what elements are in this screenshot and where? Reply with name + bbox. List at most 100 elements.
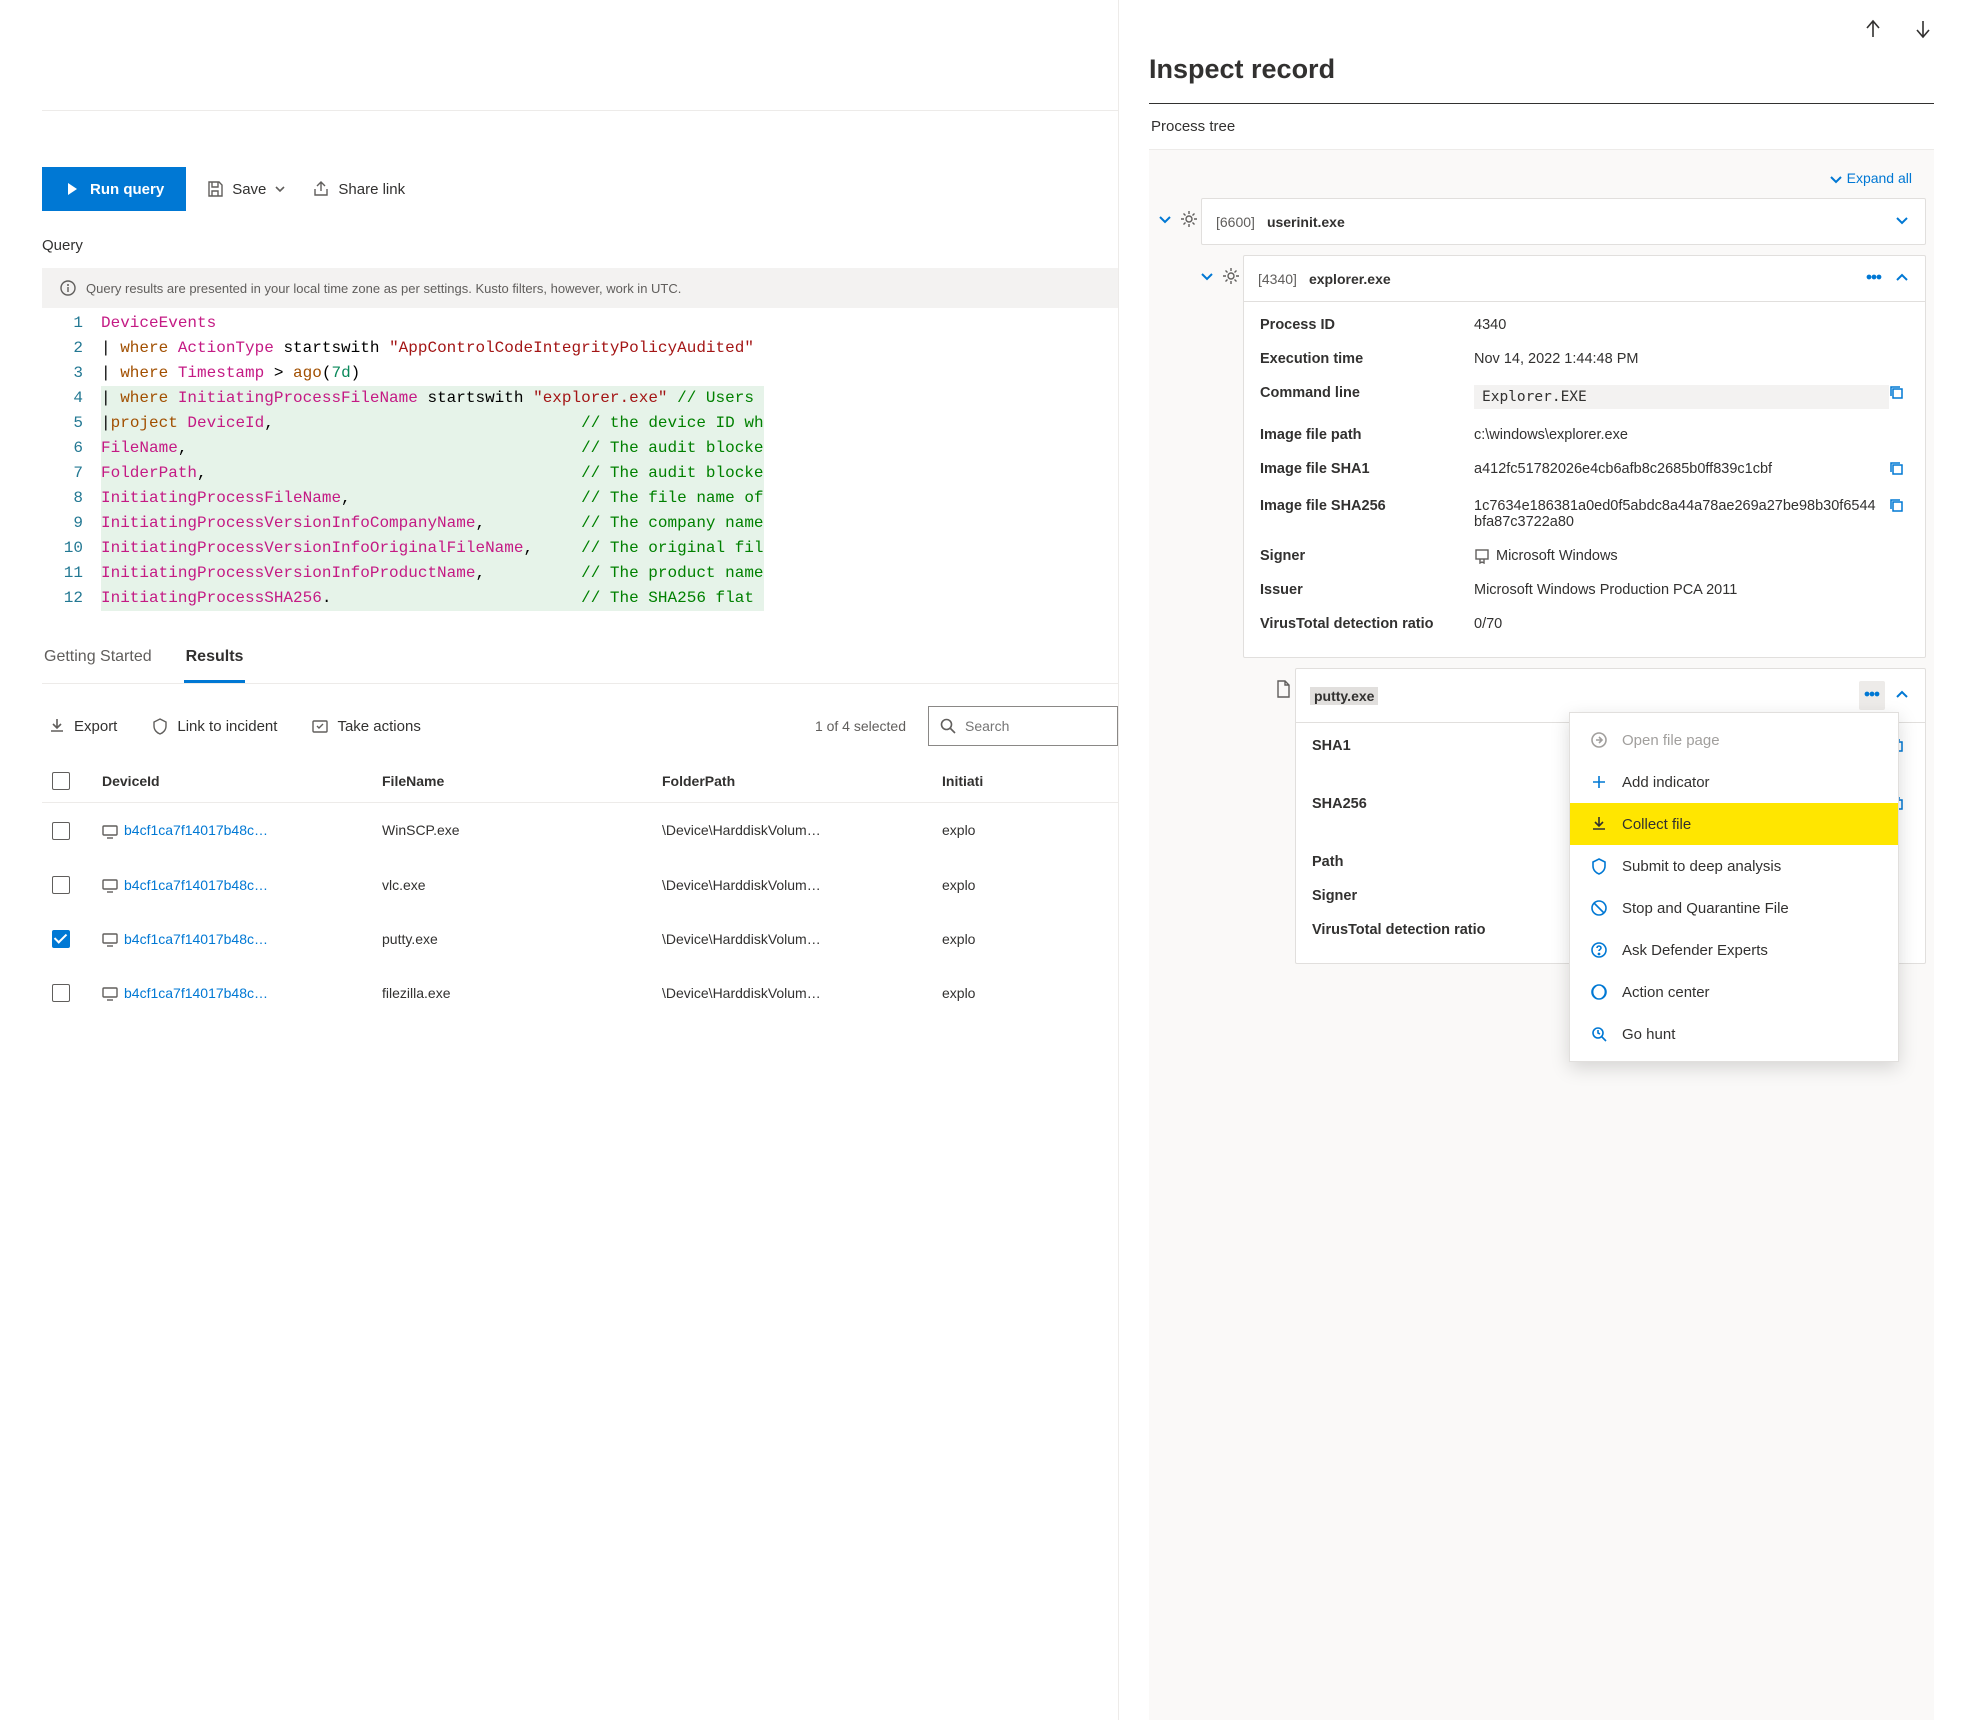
- cell-folderpath: \Device\HarddiskVolum…: [652, 912, 932, 966]
- row-checkbox[interactable]: [52, 876, 70, 894]
- menu-collect-file[interactable]: Collect file: [1570, 803, 1898, 845]
- col-filename[interactable]: FileName: [372, 760, 652, 803]
- process-node-userinit[interactable]: [6600] userinit.exe: [1201, 198, 1926, 245]
- menu-action-center[interactable]: Action center: [1570, 971, 1898, 1013]
- cell-initiating: explo: [932, 966, 1118, 1020]
- cell-folderpath: \Device\HarddiskVolum…: [652, 803, 932, 858]
- device-icon: [102, 879, 118, 893]
- query-label: Query: [42, 237, 1118, 254]
- label-issuer: Issuer: [1260, 582, 1474, 598]
- chevron-up-icon[interactable]: [1893, 268, 1911, 289]
- take-actions-label: Take actions: [337, 718, 420, 735]
- tab-results[interactable]: Results: [184, 634, 246, 683]
- more-actions-icon[interactable]: [1859, 681, 1885, 710]
- process-tree-label: Process tree: [1151, 118, 1235, 135]
- device-link[interactable]: b4cf1ca7f14017b48c…: [124, 822, 268, 838]
- pid-label: [4340]: [1258, 271, 1297, 287]
- menu-deep-analysis[interactable]: Submit to deep analysis: [1570, 845, 1898, 887]
- cell-initiating: explo: [932, 803, 1118, 858]
- process-tree-header[interactable]: Process tree: [1149, 103, 1934, 150]
- label-virustotal: VirusTotal detection ratio: [1312, 922, 1526, 938]
- value-signer: Microsoft Windows: [1474, 548, 1909, 564]
- row-checkbox[interactable]: [52, 984, 70, 1002]
- certificate-icon: [1474, 548, 1490, 564]
- export-button[interactable]: Export: [42, 711, 123, 741]
- link-incident-button[interactable]: Link to incident: [145, 711, 283, 741]
- next-record-button[interactable]: [1912, 18, 1934, 40]
- row-checkbox[interactable]: [52, 930, 70, 948]
- run-query-label: Run query: [90, 181, 164, 198]
- take-actions-button[interactable]: Take actions: [305, 711, 426, 741]
- value-path: c:\windows\explorer.exe: [1474, 427, 1909, 443]
- file-icon: [1271, 668, 1295, 698]
- table-row[interactable]: b4cf1ca7f14017b48c…vlc.exe\Device\Harddi…: [42, 858, 1118, 912]
- table-row[interactable]: b4cf1ca7f14017b48c…filezilla.exe\Device\…: [42, 966, 1118, 1020]
- search-icon: [939, 717, 957, 735]
- cell-initiating: explo: [932, 912, 1118, 966]
- cell-filename: WinSCP.exe: [372, 803, 652, 858]
- select-all-checkbox[interactable]: [52, 772, 70, 790]
- selection-count: 1 of 4 selected: [815, 718, 906, 734]
- save-button[interactable]: Save: [200, 174, 292, 204]
- record-nav: [1149, 18, 1934, 40]
- pid-label: [6600]: [1216, 214, 1255, 230]
- toolbar: Run query Save Share link: [42, 110, 1118, 211]
- cell-folderpath: \Device\HarddiskVolum…: [652, 966, 932, 1020]
- tree-toggle-icon[interactable]: [1195, 255, 1219, 283]
- tree-toggle-icon[interactable]: [1153, 198, 1177, 226]
- value-virustotal[interactable]: 0/70: [1474, 616, 1909, 632]
- copy-icon[interactable]: [1889, 498, 1909, 517]
- info-strip: Query results are presented in your loca…: [42, 268, 1118, 308]
- tab-getting-started[interactable]: Getting Started: [42, 634, 154, 683]
- label-sha1: SHA1: [1312, 738, 1526, 754]
- value-process-id: 4340: [1474, 317, 1909, 333]
- search-box[interactable]: [928, 706, 1118, 746]
- table-row[interactable]: b4cf1ca7f14017b48c…putty.exe\Device\Hard…: [42, 912, 1118, 966]
- expand-all-button[interactable]: Expand all: [1153, 162, 1926, 198]
- device-link[interactable]: b4cf1ca7f14017b48c…: [124, 931, 268, 947]
- label-signer: Signer: [1260, 548, 1474, 564]
- prev-record-button[interactable]: [1862, 18, 1884, 40]
- device-link[interactable]: b4cf1ca7f14017b48c…: [124, 877, 268, 893]
- process-node-explorer: [4340] explorer.exe Process ID4340 Execu…: [1243, 255, 1926, 658]
- copy-icon[interactable]: [1889, 385, 1909, 404]
- label-sha1: Image file SHA1: [1260, 461, 1474, 477]
- menu-open-file-page: Open file page: [1570, 719, 1898, 761]
- save-label: Save: [232, 181, 266, 198]
- menu-ask-experts[interactable]: Ask Defender Experts: [1570, 929, 1898, 971]
- menu-go-hunt[interactable]: Go hunt: [1570, 1013, 1898, 1055]
- table-row[interactable]: b4cf1ca7f14017b48c… WinSCP.exe\Device\Har…: [42, 803, 1118, 858]
- cell-initiating: explo: [932, 858, 1118, 912]
- gear-icon: [1177, 198, 1201, 228]
- row-checkbox[interactable]: [52, 822, 70, 840]
- info-strip-text: Query results are presented in your loca…: [86, 281, 681, 296]
- menu-stop-quarantine[interactable]: Stop and Quarantine File: [1570, 887, 1898, 929]
- more-actions-icon[interactable]: [1865, 268, 1883, 289]
- value-issuer: Microsoft Windows Production PCA 2011: [1474, 582, 1909, 598]
- export-label: Export: [74, 718, 117, 735]
- cell-folderpath: \Device\HarddiskVolum…: [652, 858, 932, 912]
- copy-icon[interactable]: [1889, 461, 1909, 480]
- device-icon: [102, 933, 118, 947]
- device-link[interactable]: b4cf1ca7f14017b48c…: [124, 985, 268, 1001]
- value-sha256: 1c7634e186381a0ed0f5abdc8a44a78ae269a27b…: [1474, 498, 1889, 530]
- value-sha1: a412fc51782026e4cb6afb8c2685b0ff839c1cbf: [1474, 461, 1889, 477]
- chevron-down-icon[interactable]: [1893, 211, 1911, 232]
- result-tabs: Getting Started Results: [42, 634, 1118, 684]
- col-initiating[interactable]: Initiati: [932, 760, 1118, 803]
- link-incident-label: Link to incident: [177, 718, 277, 735]
- menu-add-indicator[interactable]: Add indicator: [1570, 761, 1898, 803]
- code-editor[interactable]: 123456789101112 DeviceEvents| where Acti…: [42, 310, 1118, 612]
- value-cmd: Explorer.EXE: [1474, 385, 1889, 409]
- label-sha256: SHA256: [1312, 796, 1526, 812]
- share-link-button[interactable]: Share link: [306, 174, 411, 204]
- run-query-button[interactable]: Run query: [42, 167, 186, 211]
- col-folderpath[interactable]: FolderPath: [652, 760, 932, 803]
- label-virustotal: VirusTotal detection ratio: [1260, 616, 1474, 632]
- chevron-up-icon[interactable]: [1893, 685, 1911, 706]
- search-input[interactable]: [965, 718, 1117, 734]
- gear-icon: [1219, 255, 1243, 285]
- process-name: explorer.exe: [1309, 271, 1391, 287]
- col-deviceid[interactable]: DeviceId: [92, 760, 372, 803]
- share-label: Share link: [338, 181, 405, 198]
